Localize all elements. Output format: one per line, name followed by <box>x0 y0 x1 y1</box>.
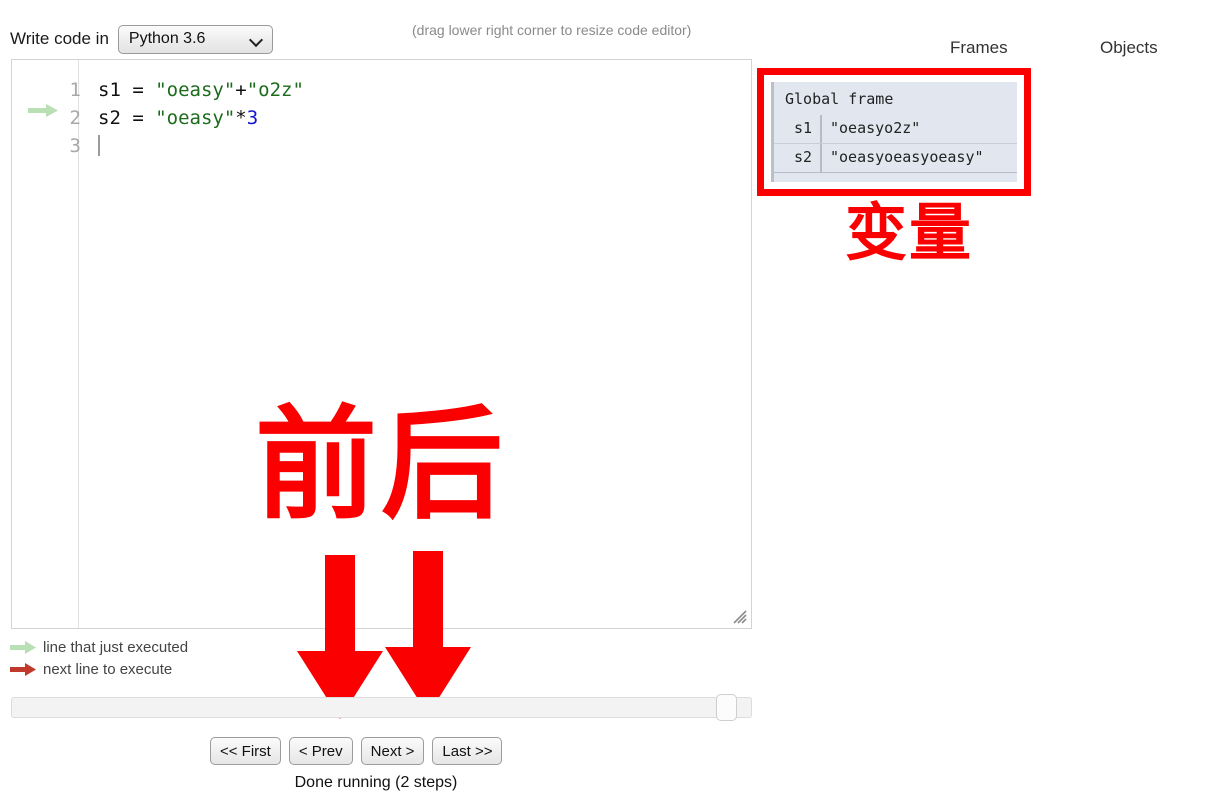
line-source: s1 = "oeasy"+"o2z" <box>81 79 304 101</box>
code-line: 1 s1 = "oeasy"+"o2z" <box>12 68 751 101</box>
variable-value: "oeasyo2z" <box>820 115 1017 143</box>
resize-hint-text: (drag lower right corner to resize code … <box>412 22 692 38</box>
language-select[interactable]: Python 3.6 <box>117 24 273 54</box>
annotation-arrow-down-left-icon <box>297 555 383 719</box>
code-token: + <box>235 79 247 101</box>
resize-grip-icon[interactable] <box>732 609 748 625</box>
editor-toolbar: Write code in Python 3.6 <box>10 22 273 56</box>
code-editor[interactable]: 1 s1 = "oeasy"+"o2z" 2 s2 = "oeasy"*3 3 <box>11 59 752 629</box>
annotation-arrow-down-right-icon <box>385 551 471 715</box>
step-navigation: << First < Prev Next > Last >> <box>210 737 503 765</box>
code-lines: 1 s1 = "oeasy"+"o2z" 2 s2 = "oeasy"*3 3 <box>12 68 751 157</box>
code-token: * <box>235 107 247 129</box>
execution-slider-handle[interactable] <box>716 694 737 721</box>
code-token: s1 = <box>98 79 156 101</box>
global-frame-title: Global frame <box>785 90 894 108</box>
variable-table: s1 "oeasyo2z" s2 "oeasyoeasyoeasy" <box>774 115 1017 173</box>
variable-value: "oeasyoeasyoeasy" <box>820 144 1017 172</box>
code-token: "oeasy" <box>155 79 236 101</box>
annotation-prevnext-label: 前后 <box>255 394 507 536</box>
global-frame: Global frame s1 "oeasyo2z" s2 "oeasyoeasyoe… <box>771 82 1017 182</box>
green-arrow-icon <box>10 640 36 654</box>
code-token: 3 <box>246 107 259 129</box>
line-number: 1 <box>69 79 81 101</box>
line-number: 2 <box>69 107 81 129</box>
prev-button[interactable]: < Prev <box>288 737 353 765</box>
first-button[interactable]: << First <box>210 737 281 765</box>
write-code-in-label: Write code in <box>10 29 109 48</box>
objects-panel-header: Objects <box>1100 38 1158 57</box>
language-select-value: Python 3.6 <box>128 30 206 47</box>
execution-legend: line that just executed next line to exe… <box>10 636 188 680</box>
global-frame-highlight-box: Global frame s1 "oeasyo2z" s2 "oeasyoeasyoe… <box>757 68 1031 196</box>
code-token: s2 = <box>98 107 156 129</box>
legend-item: next line to execute <box>10 658 188 680</box>
line-marker-cell <box>12 96 61 124</box>
frames-panel-header: Frames <box>950 38 1008 57</box>
variable-row: s2 "oeasyoeasyoeasy" <box>774 144 1017 173</box>
line-source <box>81 135 100 157</box>
variable-row: s1 "oeasyo2z" <box>774 115 1017 144</box>
variable-name: s1 <box>793 119 812 137</box>
last-button[interactable]: Last >> <box>432 737 503 765</box>
legend-item: line that just executed <box>10 636 188 658</box>
next-button[interactable]: Next > <box>360 737 425 765</box>
text-caret <box>98 135 100 156</box>
annotation-variable-label: 变量 <box>845 196 974 269</box>
execution-status: Done running (2 steps) <box>294 774 458 791</box>
red-arrow-icon <box>10 662 36 676</box>
line-marker-cell <box>12 68 61 96</box>
line-source: s2 = "oeasy"*3 <box>81 107 258 129</box>
line-number: 3 <box>69 135 81 157</box>
code-token: "o2z" <box>246 79 304 101</box>
legend-label: line that just executed <box>43 638 189 656</box>
chevron-down-icon <box>250 33 263 46</box>
legend-label: next line to execute <box>43 660 173 678</box>
green-arrow-icon <box>28 104 58 117</box>
variable-name: s2 <box>793 148 812 166</box>
code-token: "oeasy" <box>155 107 236 129</box>
line-marker-cell <box>12 124 61 152</box>
execution-slider-track[interactable] <box>11 697 752 718</box>
